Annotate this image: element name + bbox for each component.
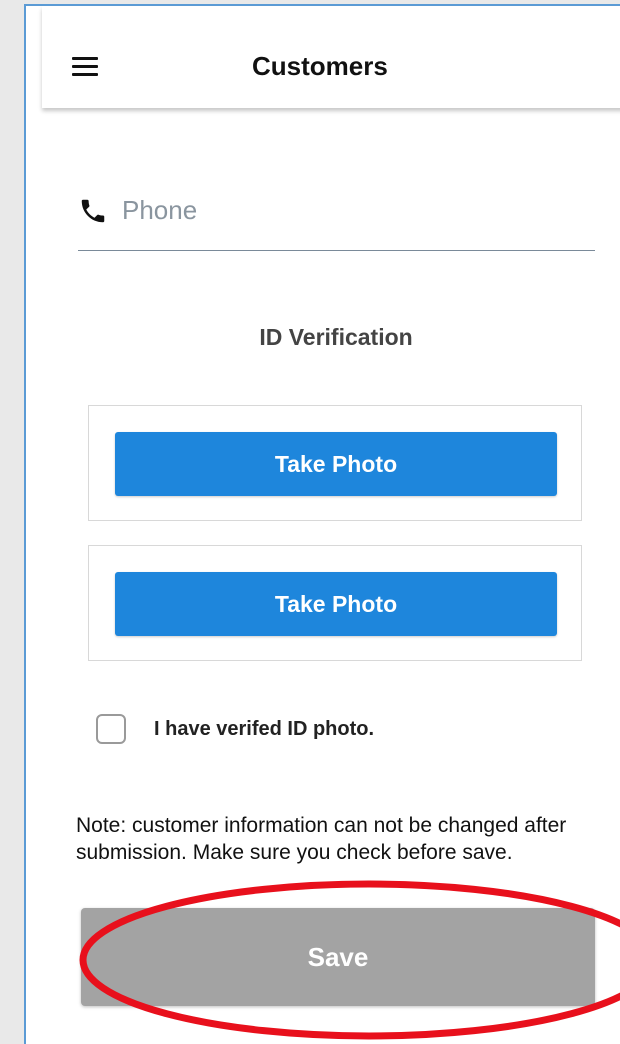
take-photo-button-2[interactable]: Take Photo — [115, 572, 557, 636]
take-photo-button-1[interactable]: Take Photo — [115, 432, 557, 496]
id-photo-card-front: Take Photo — [88, 405, 582, 521]
verify-id-checkbox[interactable] — [96, 714, 126, 744]
hamburger-menu-icon[interactable] — [72, 57, 100, 77]
id-verification-heading: ID Verification — [259, 324, 413, 350]
phone-input[interactable] — [122, 190, 582, 230]
phone-field — [78, 188, 595, 251]
save-button[interactable]: Save — [81, 908, 595, 1006]
page-title: Customers — [252, 51, 388, 81]
verify-id-checkbox-label[interactable]: I have verifed ID photo. — [154, 718, 374, 741]
verify-id-checkbox-row[interactable]: I have verifed ID photo. — [96, 714, 596, 750]
submission-note: Note: customer information can not be ch… — [76, 814, 567, 864]
app-frame: Customers ID Verification Take Photo Tak… — [24, 4, 620, 1044]
id-photo-card-back: Take Photo — [88, 545, 582, 661]
phone-icon — [81, 199, 105, 223]
app-bar: Customers — [42, 6, 620, 108]
